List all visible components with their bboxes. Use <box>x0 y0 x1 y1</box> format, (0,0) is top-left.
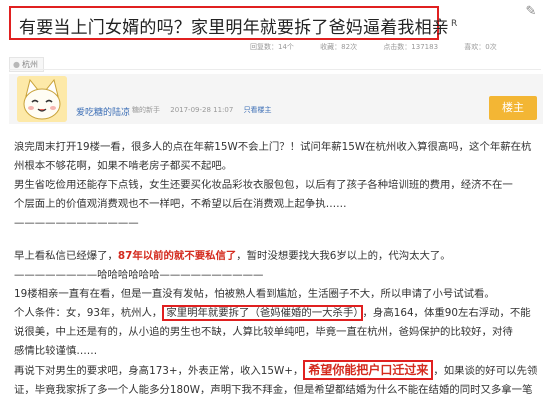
username[interactable]: 爱吃糖的陆凉 <box>76 105 130 118</box>
edit-icon[interactable]: ✎ <box>520 4 542 22</box>
content-line: 早上看私信已经爆了，87年以前的就不要私信了，暂时没想要找大我6岁以上的，代沟太… <box>14 247 544 266</box>
author-only-link[interactable]: 只看楼主 <box>244 106 272 114</box>
content-text: 个人条件：女，93年，杭州人， <box>14 307 163 319</box>
content-divider: ————————哈哈哈哈哈哈—————————— <box>14 269 264 281</box>
cat-avatar-icon <box>17 76 67 122</box>
red-emphasis: 87年以前的就不要私信了 <box>117 250 237 262</box>
like-count: 喜欢：0次 <box>464 43 497 51</box>
content-line: 说很美，中上还是有的，从小追的男生也不缺，人算比较单纯吧，毕竟一直在杭州，爸妈保… <box>14 326 513 338</box>
favorite-count: 收藏：82次 <box>320 43 358 51</box>
post-header: 爱吃糖的陆凉 糖的新手 2017-09-28 11:07 只看楼主 楼主 <box>9 74 543 124</box>
post-time: 2017-09-28 11:07 <box>170 106 234 114</box>
content-line: 19楼相亲一直有在看，但是一直没有发帖，怕被熟人看到尴尬，生活圈子不大，所以申请… <box>14 288 495 300</box>
thread-stats: 回复数：14个 收藏：82次 点击数：137183 喜欢：0次 <box>250 42 521 52</box>
thread-title: 有要当上门女婿的吗？家里明年就要拆了爸妈逼着我相亲 R <box>19 13 457 38</box>
post-content: 浪完周末打开19楼一看，很多人的点在年薪15W不会上门？！试问年薪15W在杭州收… <box>14 138 544 400</box>
content-divider: ———————————— <box>14 217 139 229</box>
content-text: 早上看私信已经爆了， <box>14 250 118 262</box>
thread-title-bar: 有要当上门女婿的吗？家里明年就要拆了爸妈逼着我相亲 R ✎ 回复数：14个 收藏：… <box>0 0 550 52</box>
content-line: 州根本不够花啊，如果不啃老房子都买不起吧。 <box>14 160 233 172</box>
reply-count: 回复数：14个 <box>250 43 294 51</box>
content-line: 个人条件：女，93年，杭州人， 家里明年就要拆了（爸妈催婚的一大杀手） ，身高164… <box>14 304 544 323</box>
content-line: 证，毕竟我家拆了多一个人能多分180W，声明下我不拜金，但是希望都结婚为什么不能… <box>14 384 533 396</box>
content-line: 个层面上的价值观消费观也不一样吧，不希望以后在消费观上起争执…… <box>14 198 347 210</box>
content-text: ，暂时没想要找大我6岁以上的，代沟太大了。 <box>236 250 451 262</box>
thread-title-text: 有要当上门女婿的吗？家里明年就要拆了爸妈逼着我相亲 <box>19 18 449 38</box>
avatar[interactable] <box>17 76 67 122</box>
highlight-box-red: 希望你能把户口迁过来 <box>303 360 434 380</box>
highlight-box: 家里明年就要拆了（爸妈催婚的一大杀手） <box>162 305 363 321</box>
post-meta: 糖的新手 2017-09-28 11:07 只看楼主 <box>132 105 280 115</box>
location-pin-icon: ● <box>13 60 20 69</box>
content-line: 再说下对男生的要求吧，身高173+，外表正常，收入15W+， 希望你能把户口迁过来… <box>14 360 544 381</box>
tag-row: ● 杭州 <box>9 52 44 72</box>
content-line: 感情比较谨慎…… <box>14 345 98 357</box>
user-level: 糖的新手 <box>132 106 160 114</box>
content-text: ，如果谈的好可以先领 <box>433 365 538 377</box>
floor-badge: 楼主 <box>489 96 537 120</box>
click-count: 点击数：137183 <box>383 43 439 51</box>
content-text: 再说下对男生的要求吧，身高173+，外表正常，收入15W+， <box>14 365 304 377</box>
title-suffix: R <box>451 19 458 30</box>
content-text: ，身高164，体重90左右浮动，不能 <box>362 307 531 319</box>
divider <box>9 69 541 70</box>
content-line: 男生省吃俭用还能存下点钱，女生还要买化妆品彩妆衣服包包，以后有了孩子各种培训班的… <box>14 179 513 191</box>
title-highlight-box: 有要当上门女婿的吗？家里明年就要拆了爸妈逼着我相亲 R <box>9 6 457 40</box>
location-tag-label: 杭州 <box>21 60 38 69</box>
content-line: 浪完周末打开19楼一看，很多人的点在年薪15W不会上门？！试问年薪15W在杭州收… <box>14 141 532 153</box>
